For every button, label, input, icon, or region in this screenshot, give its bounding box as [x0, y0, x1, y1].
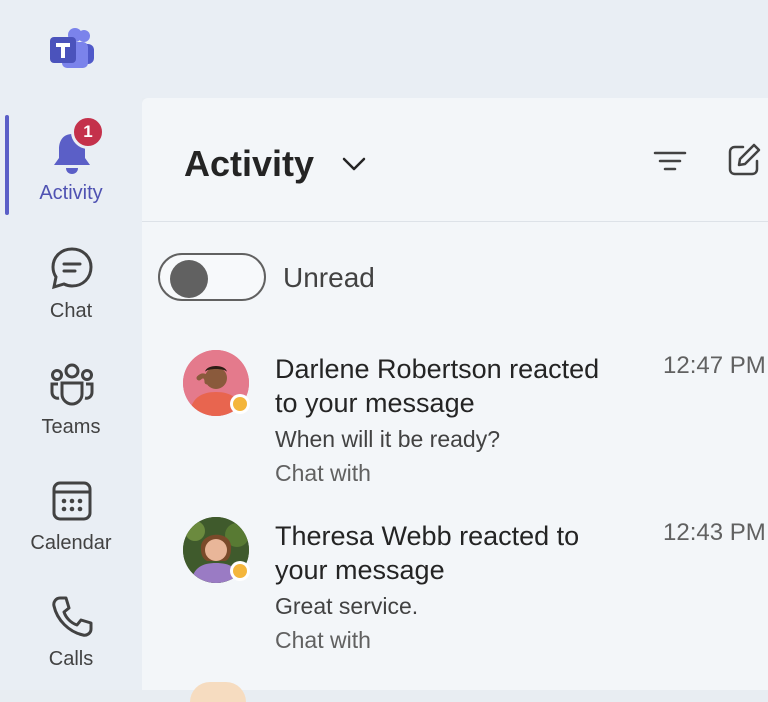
- item-subtitle: Chat with: [275, 460, 371, 486]
- item-preview: Great service.: [275, 593, 419, 619]
- activity-pane: Activity Unread Darlene Robertson reacte…: [142, 98, 768, 702]
- title-bar: [0, 0, 768, 98]
- page-title[interactable]: Activity: [184, 143, 314, 185]
- item-title: Darlene Robertson reacted to your messag…: [275, 354, 600, 418]
- activity-item[interactable]: Theresa Webb reacted to your message Gre…: [142, 517, 768, 677]
- nav-calls[interactable]: Calls: [0, 590, 142, 700]
- nav-calendar-label: Calendar: [30, 532, 112, 554]
- unread-label: Unread: [283, 262, 375, 293]
- nav-activity-label: Activity: [39, 182, 103, 204]
- notification-badge: 1: [71, 115, 105, 149]
- teams-logo-icon: [50, 28, 94, 68]
- next-item-peek: [190, 682, 246, 702]
- nav-calls-label: Calls: [48, 648, 94, 670]
- item-subtitle: Chat with: [275, 627, 371, 653]
- reaction-icon: [230, 394, 250, 414]
- chat-icon: [51, 247, 93, 290]
- filter-icon[interactable]: [652, 146, 688, 176]
- calendar-icon: [52, 481, 92, 521]
- item-preview: When will it be ready?: [275, 426, 500, 452]
- item-time: 12:47 PM: [663, 352, 766, 379]
- chevron-down-icon[interactable]: [340, 150, 368, 178]
- phone-icon: [52, 596, 93, 637]
- nav-calendar[interactable]: Calendar: [0, 472, 142, 582]
- toggle-knob: [170, 260, 208, 298]
- nav-chat[interactable]: Chat: [0, 240, 142, 350]
- item-title: Theresa Webb reacted to your message: [275, 521, 580, 585]
- nav-teams[interactable]: Teams: [0, 356, 142, 466]
- nav-teams-label: Teams: [41, 416, 101, 438]
- activity-item[interactable]: Darlene Robertson reacted to your messag…: [142, 350, 768, 510]
- item-time: 12:43 PM: [663, 519, 766, 546]
- teams-icon: [50, 363, 94, 406]
- unread-toggle[interactable]: [158, 253, 266, 301]
- compose-icon[interactable]: [726, 142, 762, 178]
- nav-chat-label: Chat: [49, 300, 93, 322]
- pane-header: Activity: [142, 98, 768, 222]
- reaction-icon: [230, 561, 250, 581]
